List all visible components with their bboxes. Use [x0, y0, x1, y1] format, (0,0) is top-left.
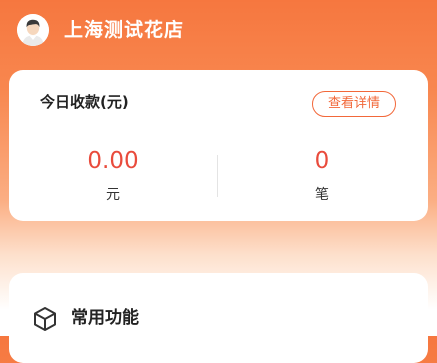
- amount-value: 0.00: [87, 148, 139, 174]
- user-avatar-icon[interactable]: [17, 14, 49, 46]
- amount-unit: 元: [106, 187, 120, 203]
- shop-name: 上海测试花店: [64, 19, 185, 41]
- count-value: 0: [314, 148, 330, 174]
- stat-divider: [217, 155, 218, 197]
- card-title: 今日收款(元): [40, 93, 129, 111]
- amount-stat: 0.00 元: [23, 146, 203, 204]
- count-stat: 0 笔: [232, 146, 412, 204]
- header: 上海测试花店: [0, 0, 437, 58]
- count-unit: 笔: [315, 187, 329, 203]
- section-title: 常用功能: [71, 308, 139, 328]
- view-details-button[interactable]: 查看详情: [312, 91, 396, 117]
- cube-icon: [32, 306, 58, 332]
- common-functions-card: 常用功能: [9, 273, 428, 363]
- today-revenue-card: 今日收款(元) 查看详情 0.00 元 0 笔: [9, 70, 428, 221]
